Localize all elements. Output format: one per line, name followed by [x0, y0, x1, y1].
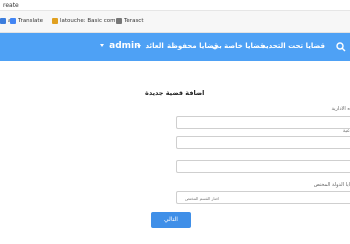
case-type-field[interactable]	[176, 136, 350, 149]
nav-my-cases[interactable]: قضايا خاصة بي	[212, 42, 265, 50]
department-select[interactable]: اختار القسم المختص	[176, 191, 350, 204]
select-placeholder: اختار القسم المختص	[185, 196, 220, 201]
nav-label: قضايا تحت التحديد	[262, 42, 325, 50]
field-label-state-cases: ايا الدولة المختص	[313, 182, 350, 188]
bookmark-label: Terasct	[124, 18, 144, 24]
apps-icon	[0, 18, 6, 24]
bookmark-latouche[interactable]: latouche: Basic com...	[52, 18, 121, 24]
bookmark-terasct[interactable]: Terasct	[116, 18, 144, 24]
bookmark-label: latouche: Basic com...	[60, 18, 121, 24]
nav-saved-cases[interactable]: قضايا محفوظة	[167, 42, 218, 50]
bookmarks-bar: a Translate latouche: Basic com... Teras…	[0, 11, 350, 33]
browser-address-bar[interactable]: reate	[0, 0, 350, 11]
bookmark-translate[interactable]: Translate	[10, 18, 43, 24]
caret-down-icon	[100, 44, 104, 47]
extra-field[interactable]	[176, 160, 350, 173]
field-label-department: ه الادارية	[331, 106, 350, 112]
nav-returns-menu[interactable]: العائد	[137, 42, 164, 50]
caret-down-icon	[137, 44, 141, 48]
nav-label: العائد	[145, 42, 164, 50]
search-icon[interactable]	[336, 42, 346, 52]
nav-label: admin	[109, 41, 141, 51]
page-icon	[52, 18, 58, 24]
department-field[interactable]	[176, 116, 350, 129]
nav-admin-menu[interactable]: admin	[100, 41, 141, 51]
nav-cases-under-review[interactable]: قضايا تحت التحديد	[262, 42, 325, 50]
next-button[interactable]: التالي	[151, 212, 191, 228]
page-icon	[116, 18, 122, 24]
bookmark-label: Translate	[18, 18, 43, 24]
nav-label: قضايا محفوظة	[167, 42, 219, 50]
translate-icon	[10, 18, 16, 24]
address-text: reate	[3, 2, 19, 9]
form-title: اضافة قضية جديدة	[145, 89, 205, 97]
nav-label: قضايا خاصة بي	[212, 42, 265, 50]
main-navbar: admin العائد قضايا محفوظة قضايا خاصة بي …	[0, 33, 350, 61]
field-label-case-type: عية	[342, 128, 350, 134]
